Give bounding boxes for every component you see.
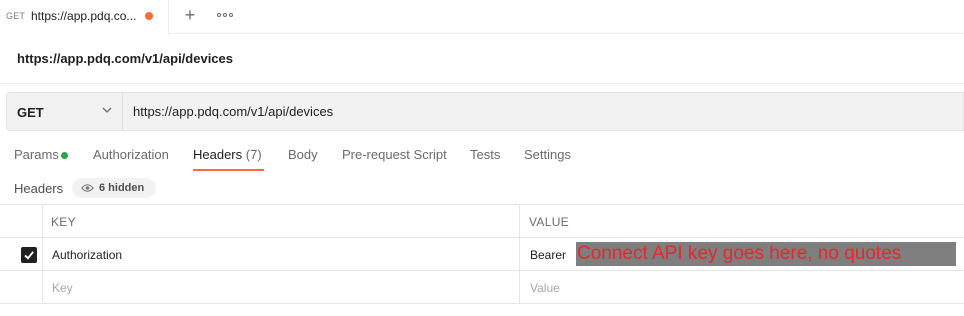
active-tab-indicator [193, 169, 264, 171]
hidden-headers-count: 6 hidden [99, 182, 145, 194]
hidden-headers-toggle[interactable]: 6 hidden [72, 178, 156, 198]
request-tab[interactable]: GET https://app.pdq.co... [0, 0, 169, 34]
tab-authorization[interactable]: Authorization [93, 147, 169, 162]
table-row-placeholder: Key Value [0, 270, 964, 304]
column-header-key: KEY [51, 215, 76, 229]
row-enabled-checkbox[interactable] [21, 247, 37, 263]
chevron-down-icon [102, 107, 112, 113]
new-key-input[interactable]: Key [52, 281, 73, 295]
tab-headers[interactable]: Headers (7) [193, 147, 262, 162]
tab-headers-label: Headers [193, 147, 243, 162]
annotation-overlay: Connect API key goes here, no quotes [576, 242, 956, 266]
ellipsis-icon[interactable] [217, 8, 235, 22]
unsaved-dot-icon [145, 12, 153, 20]
params-status-dot-icon [61, 152, 68, 159]
divider [0, 83, 964, 84]
tab-tests[interactable]: Tests [470, 147, 500, 162]
tab-method-label: GET [6, 11, 26, 21]
request-tabs: Params Authorization Headers (7) Body Pr… [0, 142, 964, 172]
checkmark-icon [24, 251, 34, 260]
tab-bar: GET https://app.pdq.co... + [0, 0, 964, 34]
column-divider [42, 204, 43, 304]
method-label: GET [17, 105, 44, 120]
method-select[interactable]: GET [7, 93, 123, 130]
headers-table: KEY VALUE Authorization Bearer Connect A… [0, 204, 964, 304]
url-input[interactable]: https://app.pdq.com/v1/api/devices [133, 104, 333, 119]
new-value-input[interactable]: Value [530, 281, 560, 295]
header-key-cell[interactable]: Authorization [52, 248, 122, 262]
tab-headers-count: (7) [245, 147, 262, 162]
headers-section-label: Headers [14, 181, 64, 196]
table-row: Authorization Bearer Connect API key goe… [0, 237, 964, 271]
header-value-cell[interactable]: Bearer [530, 248, 566, 262]
url-bar: GET https://app.pdq.com/v1/api/devices [6, 92, 964, 131]
column-header-value: VALUE [529, 215, 569, 229]
tab-title: https://app.pdq.co... [31, 9, 137, 23]
table-header-row: KEY VALUE [0, 204, 964, 238]
tab-params[interactable]: Params [14, 147, 59, 162]
tab-pre-request-script[interactable]: Pre-request Script [342, 147, 447, 162]
request-title[interactable]: https://app.pdq.com/v1/api/devices [17, 51, 233, 66]
column-divider [519, 204, 520, 304]
eye-icon [81, 184, 94, 192]
tab-settings[interactable]: Settings [524, 147, 571, 162]
plus-icon[interactable]: + [181, 5, 199, 25]
tab-body[interactable]: Body [288, 147, 318, 162]
